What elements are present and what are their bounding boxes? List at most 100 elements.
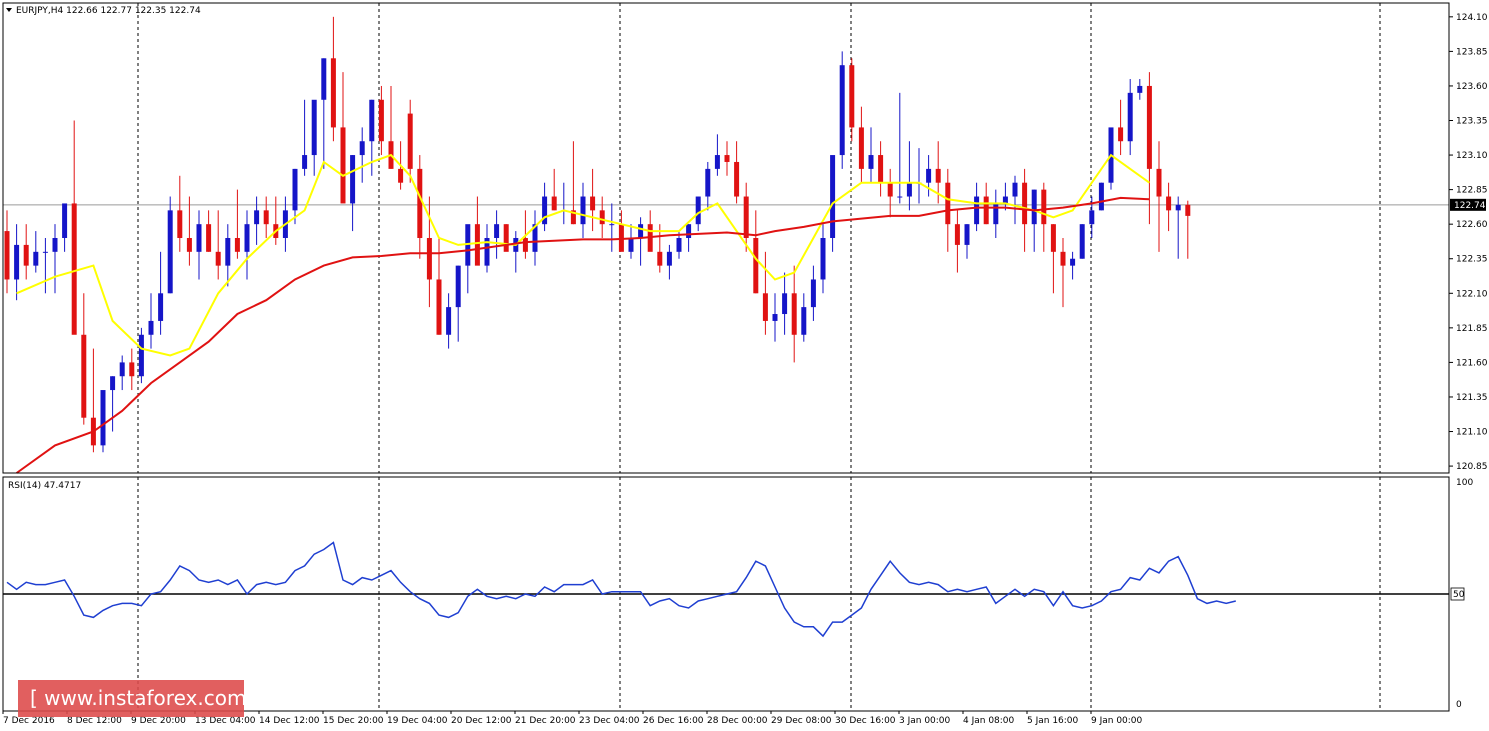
time-tick-label: 5 Jan 16:00 [1027, 716, 1079, 726]
panel-frames [2, 2, 1450, 712]
candle-body [1166, 196, 1172, 211]
candle-body [474, 224, 480, 266]
candle-body [263, 210, 269, 225]
price-tick-label: 122.85 [1456, 186, 1488, 196]
candle-body [1012, 182, 1018, 197]
candle-body [398, 168, 404, 183]
candle-body [1070, 258, 1076, 266]
candle-body [129, 362, 135, 377]
candle-body [417, 168, 423, 238]
candle-body [503, 224, 509, 252]
time-tick-label: 9 Jan 00:00 [1091, 716, 1143, 726]
candle-body [1060, 251, 1066, 266]
candle-body [215, 251, 221, 266]
time-tick-label: 23 Dec 04:00 [579, 716, 640, 726]
current-price-label: 122.74 [1454, 201, 1486, 211]
candle-body [138, 334, 144, 377]
rsi-line [6, 541, 1236, 638]
candle-body [1041, 189, 1047, 225]
candle-body [436, 279, 442, 335]
candle-body [714, 155, 720, 169]
candle-body [1098, 182, 1104, 211]
candle-body [868, 155, 874, 169]
time-tick-label: 21 Dec 20:00 [515, 716, 576, 726]
candle-body [330, 58, 336, 128]
candles-layer [4, 16, 1191, 453]
candle-body [4, 231, 10, 280]
candle-body [1127, 92, 1133, 142]
candle-body [762, 293, 768, 321]
price-tick-label: 123.35 [1456, 117, 1488, 127]
candle-body [887, 182, 893, 197]
candle-body [206, 224, 212, 252]
candle-body [657, 251, 663, 266]
candle-body [455, 265, 461, 308]
candle-body [801, 307, 807, 335]
candle-body [350, 155, 356, 204]
candle-body [100, 390, 106, 446]
price-tick-label: 123.60 [1456, 82, 1488, 92]
candle-body [119, 362, 125, 377]
candle-body [71, 203, 77, 335]
rsi-tick-label: 0 [1456, 700, 1462, 710]
candle-body [110, 376, 116, 391]
candle-body [983, 196, 989, 225]
candle-body [830, 155, 836, 238]
candle-body [1156, 168, 1162, 197]
candle-body [254, 210, 260, 225]
candle-body [426, 238, 432, 280]
price-tick-label: 121.60 [1456, 358, 1488, 368]
candle-body [974, 196, 980, 225]
rsi-header: RSI(14) 47.4717 [8, 481, 81, 491]
candle-body [580, 196, 586, 225]
candle-body [705, 168, 711, 197]
candle-body [23, 244, 29, 266]
time-tick-label: 9 Dec 20:00 [131, 716, 186, 726]
candle-body [522, 238, 528, 252]
candle-body [148, 320, 154, 335]
candle-body [81, 334, 87, 418]
time-tick-label: 20 Dec 12:00 [451, 716, 512, 726]
candle-body [1175, 204, 1181, 211]
candle-body [167, 210, 173, 294]
candle-body [753, 238, 759, 294]
candle-body [1137, 85, 1143, 93]
time-tick-label: 26 Dec 16:00 [643, 716, 704, 726]
grid-lines [3, 3, 1449, 711]
price-tick-label: 122.60 [1456, 220, 1488, 230]
price-tick-label: 123.85 [1456, 47, 1488, 57]
candle-body [1022, 182, 1028, 225]
time-tick-label: 3 Jan 00:00 [899, 716, 951, 726]
candle-body [359, 141, 365, 156]
candle-body [494, 224, 500, 238]
candle-body [609, 224, 615, 226]
candle-body [378, 99, 384, 142]
candle-body [734, 161, 740, 197]
price-tick-label: 122.35 [1456, 255, 1488, 265]
candle-body [926, 168, 932, 183]
time-tick-label: 28 Dec 00:00 [707, 716, 768, 726]
candle-body [628, 238, 634, 252]
symbol-header: EURJPY,H4 122.66 122.77 122.35 122.74 [16, 6, 201, 16]
candle-body [1050, 224, 1056, 252]
candle-body [321, 58, 327, 100]
rsi-tick-label: 50 [1453, 590, 1465, 600]
candle-body [791, 293, 797, 335]
candle-body [551, 196, 557, 211]
candle-body [820, 238, 826, 280]
candle-body [849, 65, 855, 128]
candle-body [743, 196, 749, 238]
candle-body [244, 224, 250, 252]
candle-body [964, 224, 970, 245]
chart-canvas: 124.10 123.85 123.60 123.35 123.10 122.85 122.… [2, 2, 1488, 726]
candle-body [62, 203, 68, 238]
price-tick-label: 122.10 [1456, 289, 1488, 299]
candle-body [186, 238, 192, 252]
time-tick-label: 8 Dec 12:00 [67, 716, 122, 726]
candle-body [369, 99, 375, 142]
candle-body [1031, 189, 1037, 225]
header-triangle-icon [6, 8, 12, 12]
price-tick-label: 121.85 [1456, 324, 1488, 334]
candle-body [42, 251, 48, 253]
time-tick-label: 19 Dec 04:00 [387, 716, 448, 726]
